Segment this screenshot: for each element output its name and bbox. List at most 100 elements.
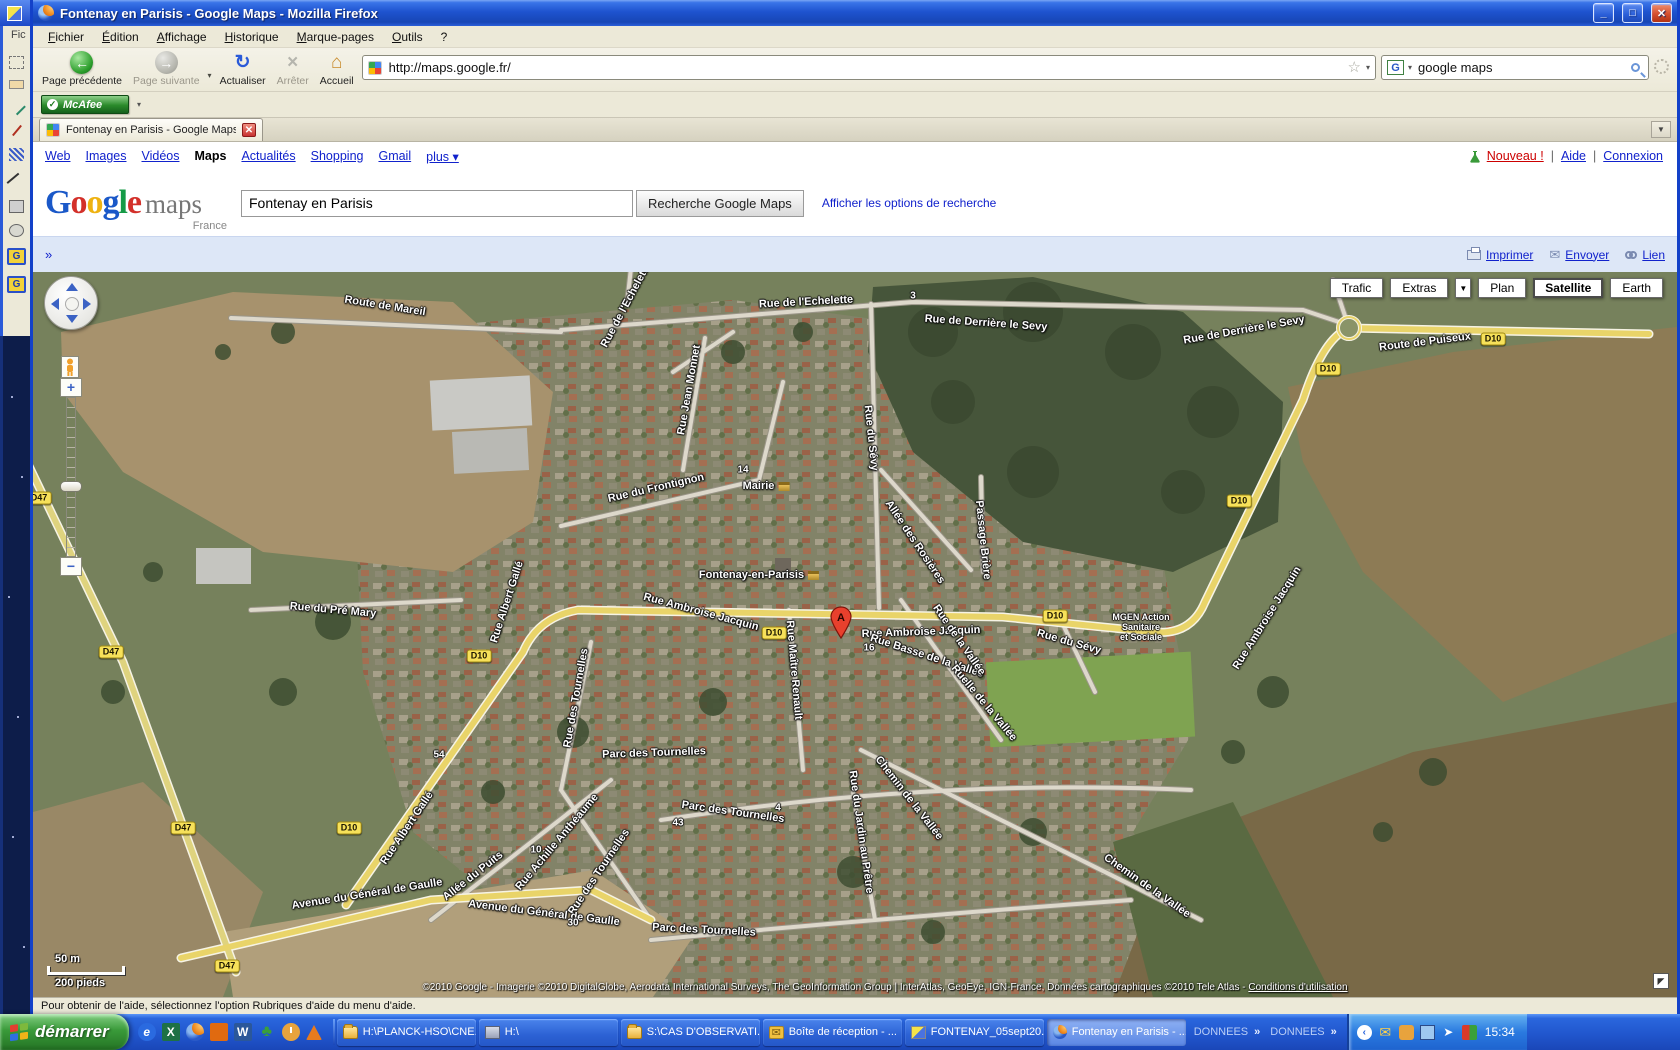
titlebar[interactable]: Fontenay en Parisis - Google Maps - Mozi…: [33, 0, 1677, 26]
reload-button[interactable]: ↻ Actualiser: [217, 51, 269, 87]
envoyer-action[interactable]: ✉ Envoyer: [1549, 247, 1609, 263]
deskband-chevron-icon[interactable]: »: [1331, 1026, 1337, 1038]
map-type-plan[interactable]: Plan: [1478, 278, 1526, 298]
search-options-link[interactable]: Afficher les options de recherche: [822, 196, 997, 210]
pan-down-icon[interactable]: [66, 315, 78, 323]
deskband-label[interactable]: DONNEES: [1270, 1026, 1324, 1038]
bookmark-star-icon[interactable]: ☆: [1348, 60, 1361, 75]
satellite-map[interactable]: Trafic Extras ▼ Plan Satellite Earth +: [33, 272, 1677, 997]
url-dropdown-icon[interactable]: ▾: [1366, 63, 1370, 72]
quicklaunch-clk-icon[interactable]: [282, 1023, 300, 1041]
line-tool-icon[interactable]: [7, 173, 27, 193]
quicklaunch-xl-icon[interactable]: X: [162, 1023, 180, 1041]
task-button[interactable]: FONTENAY_05sept20...: [905, 1019, 1044, 1046]
paint-window-sliver[interactable]: Fic G G: [0, 0, 30, 1014]
quicklaunch-tree-icon[interactable]: ♣: [258, 1023, 276, 1041]
search-engine-box[interactable]: G ▾: [1381, 55, 1649, 80]
map-marker-A[interactable]: A: [830, 606, 852, 645]
nouveau-link[interactable]: Nouveau !: [1487, 149, 1544, 163]
stop-button[interactable]: × Arrêter: [274, 51, 312, 87]
header-link-web[interactable]: Web: [45, 149, 70, 163]
maps-search-input[interactable]: [241, 190, 633, 217]
maximize-button[interactable]: □: [1622, 3, 1643, 23]
map-type-extras[interactable]: Extras: [1390, 278, 1448, 298]
aide-link[interactable]: Aide: [1561, 149, 1586, 163]
zoom-out-button[interactable]: −: [60, 557, 82, 576]
header-link-maps[interactable]: Maps: [194, 149, 226, 163]
pan-hand-icon[interactable]: [65, 297, 79, 311]
header-link-vidéos[interactable]: Vidéos: [141, 149, 179, 163]
header-link-images[interactable]: Images: [85, 149, 126, 163]
tab-close-icon[interactable]: ✕: [242, 123, 256, 137]
yellow-tool-icon[interactable]: G: [7, 248, 26, 265]
history-dropdown-icon[interactable]: ▾: [208, 71, 212, 80]
picker-tool-icon[interactable]: [8, 98, 26, 116]
task-button[interactable]: S:\CAS D'OBSERVATI...: [621, 1019, 760, 1046]
select-tool-icon[interactable]: [9, 56, 24, 69]
map-type-trafic[interactable]: Trafic: [1330, 278, 1384, 298]
tab-fontenay[interactable]: Fontenay en Parisis - Google Maps ✕: [39, 118, 263, 141]
yellow-tool-icon[interactable]: G: [7, 276, 26, 293]
header-link-gmail[interactable]: Gmail: [378, 149, 411, 163]
google-engine-icon[interactable]: G: [1387, 60, 1404, 75]
forward-button[interactable]: → Page suivante: [130, 51, 203, 87]
quicklaunch-ffx-icon[interactable]: [186, 1023, 204, 1041]
quicklaunch-ie-icon[interactable]: e: [138, 1023, 156, 1041]
tray-clk-icon[interactable]: [1399, 1025, 1414, 1040]
collapse-panel-icon[interactable]: »: [45, 247, 52, 262]
report-corner-icon[interactable]: ◤: [1653, 973, 1669, 989]
minimize-button[interactable]: _: [1593, 3, 1614, 23]
tray-ptr-icon[interactable]: ➤: [1441, 1025, 1456, 1040]
lien-action[interactable]: Lien: [1625, 248, 1665, 262]
header-link-plus[interactable]: plus ▾: [426, 149, 459, 164]
header-link-shopping[interactable]: Shopping: [311, 149, 364, 163]
airbrush-tool-icon[interactable]: [9, 148, 24, 161]
engine-dropdown-icon[interactable]: ▾: [1408, 63, 1412, 72]
connexion-link[interactable]: Connexion: [1603, 149, 1663, 163]
zoom-slider-track[interactable]: [66, 397, 76, 557]
menu-historique[interactable]: Historique: [216, 27, 288, 47]
menu-affichage[interactable]: Affichage: [148, 27, 216, 47]
back-button[interactable]: ← Page précédente: [39, 51, 125, 87]
mcafee-dropdown-icon[interactable]: ▾: [137, 100, 141, 109]
tab-list-dropdown[interactable]: ▼: [1651, 121, 1671, 138]
paint-toolbox[interactable]: G G: [0, 46, 30, 336]
engine-search-input[interactable]: [1416, 59, 1627, 76]
deskband-label[interactable]: DONNEES: [1194, 1026, 1248, 1038]
task-button[interactable]: H:\: [479, 1019, 618, 1046]
start-button[interactable]: démarrer: [0, 1014, 129, 1050]
imprimer-action[interactable]: Imprimer: [1467, 248, 1533, 262]
pan-right-icon[interactable]: [83, 298, 91, 310]
tray-chev-icon[interactable]: ‹: [1357, 1025, 1372, 1040]
eraser-tool-icon[interactable]: [9, 80, 24, 89]
menu-fichier[interactable]: Fichier: [39, 27, 93, 47]
task-button[interactable]: Fontenay en Parisis - ...: [1047, 1019, 1186, 1046]
mcafee-button[interactable]: ✓ McAfee: [41, 95, 129, 114]
extras-dropdown-icon[interactable]: ▼: [1455, 278, 1471, 298]
rectangle-tool-icon[interactable]: [9, 200, 24, 213]
header-link-actualités[interactable]: Actualités: [241, 149, 295, 163]
home-button[interactable]: ⌂ Accueil: [317, 51, 357, 87]
pan-up-icon[interactable]: [66, 283, 78, 291]
url-bar[interactable]: ☆ ▾: [362, 55, 1376, 80]
menu-?[interactable]: ?: [432, 27, 457, 47]
pegman-icon[interactable]: [61, 356, 79, 378]
tray-shd-icon[interactable]: [1462, 1025, 1477, 1040]
zoom-in-button[interactable]: +: [60, 378, 82, 397]
task-button[interactable]: ✉Boîte de réception - ...: [763, 1019, 902, 1046]
url-input[interactable]: [387, 59, 1343, 76]
task-button[interactable]: H:\PLANCK-HSO\CNE...: [337, 1019, 476, 1046]
map-type-satellite[interactable]: Satellite: [1533, 278, 1603, 298]
menu-dition[interactable]: Édition: [93, 27, 148, 47]
menu-outils[interactable]: Outils: [383, 27, 432, 47]
map-type-earth[interactable]: Earth: [1610, 278, 1663, 298]
ellipse-tool-icon[interactable]: [9, 224, 24, 237]
quicklaunch-vlc-icon[interactable]: [306, 1025, 322, 1040]
search-magnifier-icon[interactable]: [1631, 63, 1640, 72]
conditions-link[interactable]: Conditions d'utilisation: [1248, 982, 1347, 993]
maps-search-button[interactable]: Recherche Google Maps: [636, 190, 804, 217]
tray-net-icon[interactable]: [1420, 1025, 1435, 1040]
deskband-chevron-icon[interactable]: »: [1254, 1026, 1260, 1038]
tray-mail-icon[interactable]: ✉: [1378, 1025, 1393, 1040]
pan-left-icon[interactable]: [51, 298, 59, 310]
